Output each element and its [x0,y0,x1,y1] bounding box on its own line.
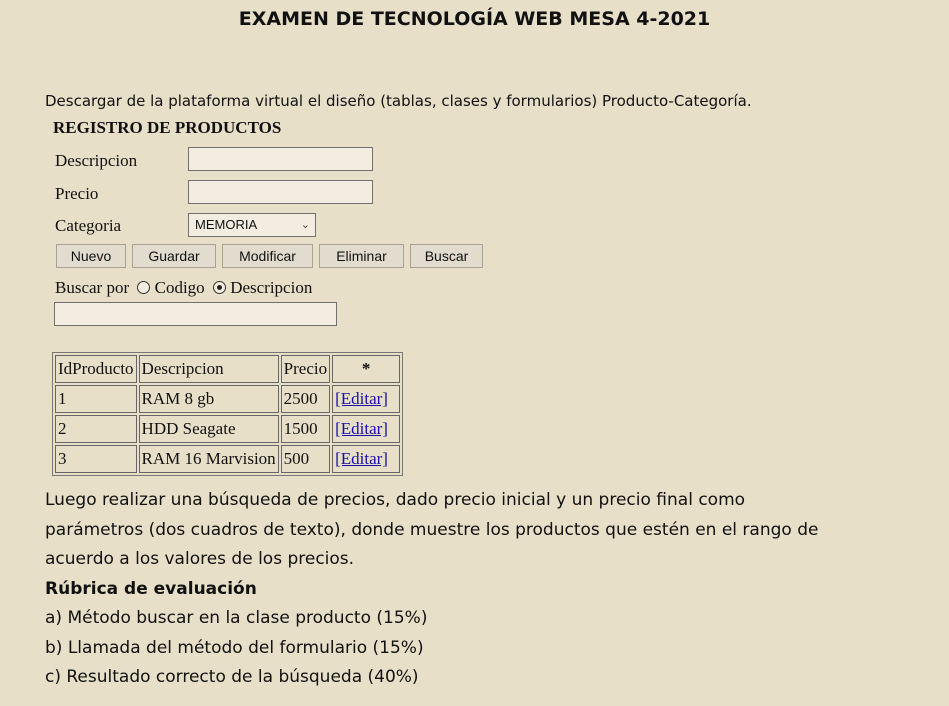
instructions-line: parámetros (dos cuadros de texto), donde… [45,519,819,540]
instructions-line: Luego realizar una búsqueda de precios, … [45,490,746,510]
precio-input[interactable] [188,180,373,204]
rubric-item: c) Resultado correcto de la búsqueda (40… [45,667,419,687]
cell-precio: 2500 [280,385,331,413]
cell-id: 3 [55,445,137,473]
column-header-descripcion: Descripcion [138,355,279,383]
cell-action: [Editar] [332,445,401,473]
cell-action: [Editar] [332,415,401,443]
radio-codigo[interactable] [137,281,151,294]
editar-link[interactable]: [Editar] [335,449,388,468]
cell-id: 2 [55,415,137,443]
rubric-title: Rúbrica de evaluación [45,578,257,599]
table-header-row: IdProducto Descripcion Precio * [55,355,401,383]
guardar-button[interactable]: Guardar [132,244,216,268]
radio-descripcion-label: Descripcion [230,278,313,297]
document-title: EXAMEN DE TECNOLOGÍA WEB MESA 4-2021 [238,8,711,30]
rubric-item: a) Método buscar en la clase producto (1… [45,608,428,628]
intro-text: Descargar de la plataforma virtual el di… [45,92,752,110]
cell-descripcion: RAM 8 gb [138,385,279,413]
search-by-label: Buscar por [55,278,130,297]
cell-precio: 1500 [280,415,331,443]
products-table: IdProducto Descripcion Precio * 1 RAM 8 … [52,352,404,476]
instructions-line: acuerdo a los valores de los precios. [45,549,355,569]
column-header-actions: * [332,355,401,383]
descripcion-label: Descripcion [55,151,138,170]
chevron-down-icon: ⌄ [300,219,310,231]
cell-descripcion: RAM 16 Marvision [138,445,279,473]
column-header-idproducto: IdProducto [55,355,137,383]
radio-descripcion[interactable] [212,281,226,294]
column-header-precio: Precio [280,355,331,383]
editar-link[interactable]: [Editar] [335,389,388,408]
search-input[interactable] [54,302,337,326]
categoria-label: Categoria [55,216,122,235]
table-row: 3 RAM 16 Marvision 500 [Editar] [55,445,401,473]
instructions: Luego realizar una búsqueda de precios, … [45,486,925,693]
cell-descripcion: HDD Seagate [138,415,279,443]
buscar-button[interactable]: Buscar [410,244,483,268]
cell-precio: 500 [280,445,331,473]
categoria-selected-value: MEMORIA [195,217,258,232]
precio-label: Precio [55,184,99,203]
nuevo-button[interactable]: Nuevo [56,244,126,268]
editar-link[interactable]: [Editar] [335,419,388,438]
descripcion-input[interactable] [188,147,373,171]
cell-action: [Editar] [332,385,401,413]
table-row: 1 RAM 8 gb 2500 [Editar] [55,385,401,413]
rubric-item: b) Llamada del método del formulario (15… [45,637,424,658]
modificar-button[interactable]: Modificar [222,244,313,268]
radio-codigo-label: Codigo [154,278,205,297]
form-title: REGISTRO DE PRODUCTOS [53,118,282,137]
cell-id: 1 [55,385,137,413]
categoria-select[interactable]: MEMORIA ⌄ [188,213,316,237]
table-row: 2 HDD Seagate 1500 [Editar] [55,415,401,443]
search-by-row: Buscar por Codigo Descripcion [55,278,312,298]
eliminar-button[interactable]: Eliminar [319,244,404,268]
